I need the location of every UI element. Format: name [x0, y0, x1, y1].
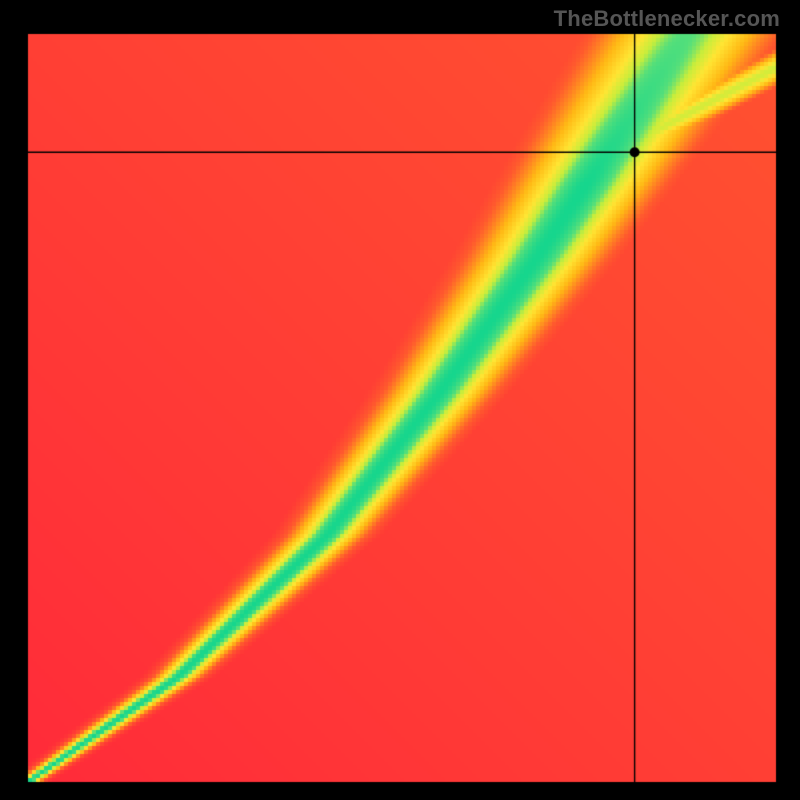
watermark-text: TheBottlenecker.com [554, 6, 780, 32]
chart-container: TheBottlenecker.com [0, 0, 800, 800]
heatmap-canvas [0, 0, 800, 800]
